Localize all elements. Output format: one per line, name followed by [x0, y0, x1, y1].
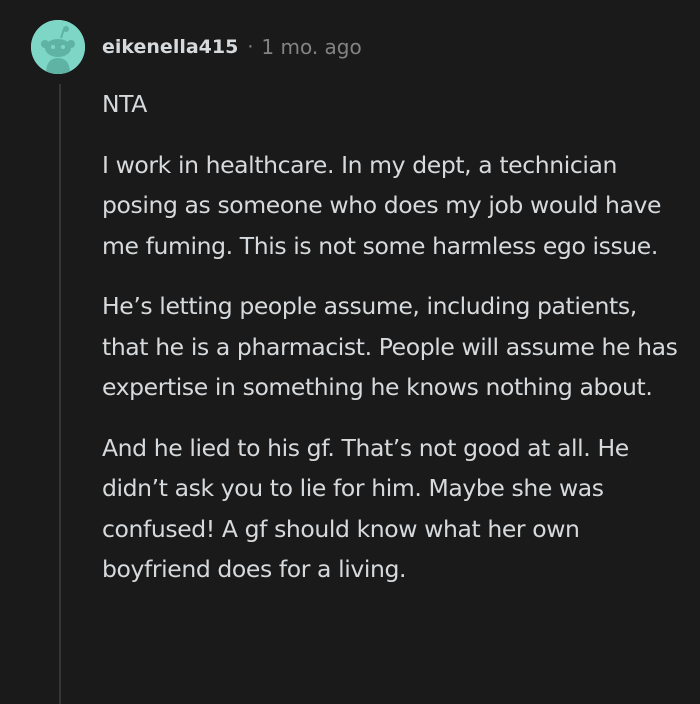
user-avatar-icon[interactable]	[31, 20, 85, 74]
comment-paragraph: He’s letting people assume, including pa…	[102, 292, 678, 401]
timestamp[interactable]: 1 mo. ago	[261, 35, 361, 59]
separator-dot: ·	[247, 36, 254, 58]
comment-paragraph: NTA	[102, 90, 147, 118]
comment-paragraph: I work in healthcare. In my dept, a tech…	[102, 150, 662, 260]
comment-header: eikenella415 · 1 mo. ago	[102, 31, 362, 63]
thread-line[interactable]	[59, 84, 61, 704]
comment-paragraph: And he lied to his gf. That’s not good a…	[102, 433, 629, 584]
comment-body: NTA I work in healthcare. In my dept, a …	[102, 84, 682, 610]
username-link[interactable]: eikenella415	[102, 36, 238, 58]
